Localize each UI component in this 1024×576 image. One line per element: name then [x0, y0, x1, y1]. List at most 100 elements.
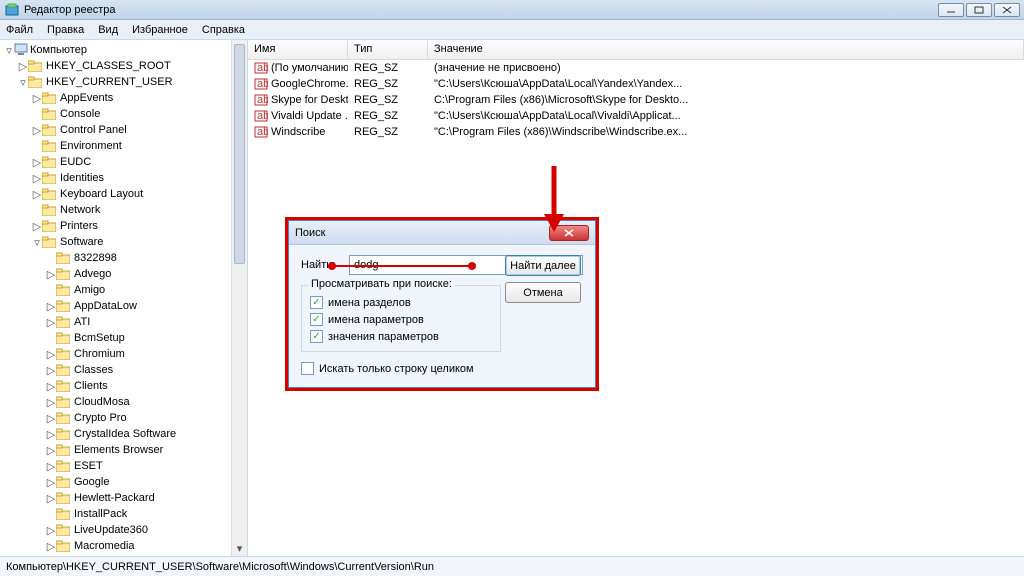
tree-twisty-icon[interactable]: ▷: [32, 124, 42, 137]
tree-item[interactable]: InstallPack: [4, 506, 247, 522]
tree-item-label: Network: [58, 204, 100, 216]
list-row[interactable]: ab(По умолчанию)REG_SZ(значение не присв…: [248, 60, 1024, 76]
tree-twisty-icon[interactable]: ▷: [46, 476, 56, 489]
tree-item[interactable]: Network: [4, 202, 247, 218]
folder-icon: [42, 108, 56, 120]
tree-item[interactable]: ▷Printers: [4, 218, 247, 234]
menu-favorites[interactable]: Избранное: [132, 24, 188, 36]
tree-item[interactable]: ▷Identities: [4, 170, 247, 186]
tree-twisty-icon[interactable]: ▷: [46, 412, 56, 425]
chk-values[interactable]: [310, 313, 323, 326]
tree-item[interactable]: ▷ Classes: [4, 362, 247, 378]
string-value-icon: ab: [254, 61, 268, 75]
tree-twisty-icon[interactable]: ▷: [46, 364, 56, 377]
computer-icon: [14, 43, 28, 58]
minimize-button[interactable]: [938, 3, 964, 17]
tree-twisty-icon[interactable]: ▷: [32, 188, 42, 201]
tree-twisty-icon[interactable]: ▷: [46, 300, 56, 313]
tree-item-label: CloudMosa: [72, 396, 130, 408]
annotation-highlight: Поиск Найти: Найти далее Отмена Просматр…: [285, 217, 599, 391]
find-next-button[interactable]: Найти далее: [505, 255, 581, 276]
chk-data[interactable]: [310, 330, 323, 343]
tree-item[interactable]: ▷ EUDC: [4, 154, 247, 170]
chk-whole-string[interactable]: [301, 362, 314, 375]
tree-item[interactable]: ▷ATI: [4, 314, 247, 330]
tree-item[interactable]: ▷Elements Browser: [4, 442, 247, 458]
statusbar: Компьютер\HKEY_CURRENT_USER\Software\Mic…: [0, 556, 1024, 576]
close-button[interactable]: [994, 3, 1020, 17]
tree-twisty-icon[interactable]: ▿: [32, 236, 42, 249]
tree-item-label: EUDC: [58, 156, 91, 168]
titlebar: Редактор реестра: [0, 0, 1024, 20]
tree-twisty-icon[interactable]: ▷: [32, 220, 42, 233]
tree-twisty-icon[interactable]: ▷: [18, 60, 28, 73]
folder-icon: [56, 444, 70, 456]
list-row[interactable]: abGoogleChrome...REG_SZ"C:\Users\Ксюша\A…: [248, 76, 1024, 92]
tree-item[interactable]: BcmSetup: [4, 330, 247, 346]
tree-twisty-icon[interactable]: ▷: [32, 172, 42, 185]
tree-item[interactable]: ▷AppDataLow: [4, 298, 247, 314]
list-row[interactable]: abSkype for DesktopREG_SZC:\Program File…: [248, 92, 1024, 108]
tree-item[interactable]: ▷Google: [4, 474, 247, 490]
tree-twisty-icon[interactable]: ▷: [46, 316, 56, 329]
col-name[interactable]: Имя: [248, 40, 348, 59]
folder-icon: [42, 92, 56, 104]
tree-root[interactable]: ▿ Компьютер: [4, 42, 247, 58]
tree-twisty-icon[interactable]: ▷: [46, 380, 56, 393]
tree-item[interactable]: ▷LiveUpdate360: [4, 522, 247, 538]
tree-twisty-icon[interactable]: ▷: [46, 396, 56, 409]
folder-icon: [42, 124, 56, 136]
tree-item[interactable]: Console: [4, 106, 247, 122]
value-type: REG_SZ: [348, 94, 428, 106]
tree-item[interactable]: ▷HKEY_CLASSES_ROOT: [4, 58, 247, 74]
tree-item[interactable]: ▿HKEY_CURRENT_USER: [4, 74, 247, 90]
tree-item[interactable]: ▷Control Panel: [4, 122, 247, 138]
tree-scrollbar[interactable]: ▴ ▾: [231, 40, 247, 556]
value-name: (По умолчанию): [271, 62, 348, 74]
menu-edit[interactable]: Правка: [47, 24, 84, 36]
tree-item[interactable]: Amigo: [4, 282, 247, 298]
tree-twisty-icon[interactable]: ▷: [46, 348, 56, 361]
tree-item[interactable]: ▷Mail.Ru: [4, 554, 247, 556]
tree-twisty-icon[interactable]: ▷: [46, 524, 56, 537]
menu-help[interactable]: Справка: [202, 24, 245, 36]
chk-keys[interactable]: [310, 296, 323, 309]
tree-item[interactable]: ▷AppEvents: [4, 90, 247, 106]
tree-twisty-icon[interactable]: ▷: [46, 556, 56, 557]
tree-twisty-icon[interactable]: ▷: [32, 156, 42, 169]
tree-twisty-icon[interactable]: ▷: [32, 92, 42, 105]
tree-item[interactable]: Environment: [4, 138, 247, 154]
tree-item[interactable]: ▷Macromedia: [4, 538, 247, 554]
scroll-thumb[interactable]: [234, 44, 245, 264]
tree-item[interactable]: ▷Clients: [4, 378, 247, 394]
cancel-button[interactable]: Отмена: [505, 282, 581, 303]
tree-twisty-icon[interactable]: ▷: [46, 540, 56, 553]
tree-item[interactable]: ▷Chromium: [4, 346, 247, 362]
tree-twisty-icon[interactable]: ▷: [46, 268, 56, 281]
menu-file[interactable]: Файл: [6, 24, 33, 36]
folder-icon: [56, 412, 70, 424]
tree-item[interactable]: ▿Software: [4, 234, 247, 250]
col-type[interactable]: Тип: [348, 40, 428, 59]
menu-view[interactable]: Вид: [98, 24, 118, 36]
tree-twisty-icon[interactable]: ▷: [46, 444, 56, 457]
tree-item[interactable]: ▷ESET: [4, 458, 247, 474]
list-row[interactable]: abWindscribeREG_SZ"C:\Program Files (x86…: [248, 124, 1024, 140]
maximize-button[interactable]: [966, 3, 992, 17]
tree-item[interactable]: 8322898: [4, 250, 247, 266]
tree-item[interactable]: ▷CrystalIdea Software: [4, 426, 247, 442]
tree-twisty-icon[interactable]: ▿: [18, 76, 28, 89]
tree-twisty-icon[interactable]: ▷: [46, 492, 56, 505]
tree-item[interactable]: ▷Keyboard Layout: [4, 186, 247, 202]
tree-item[interactable]: ▷Hewlett-Packard: [4, 490, 247, 506]
tree-item[interactable]: ▷ CloudMosa: [4, 394, 247, 410]
scroll-down-icon[interactable]: ▾: [232, 540, 247, 556]
tree-twisty-icon[interactable]: ▷: [46, 460, 56, 473]
tree-item[interactable]: ▷Crypto Pro: [4, 410, 247, 426]
list-row[interactable]: abVivaldi Update ...REG_SZ"C:\Users\Ксюш…: [248, 108, 1024, 124]
tree-twisty-icon[interactable]: ▷: [46, 428, 56, 441]
tree-item-label: Classes: [72, 364, 113, 376]
col-value[interactable]: Значение: [428, 40, 1024, 59]
tree-item[interactable]: ▷Advego: [4, 266, 247, 282]
find-dialog: Поиск Найти: Найти далее Отмена Просматр…: [288, 220, 596, 388]
